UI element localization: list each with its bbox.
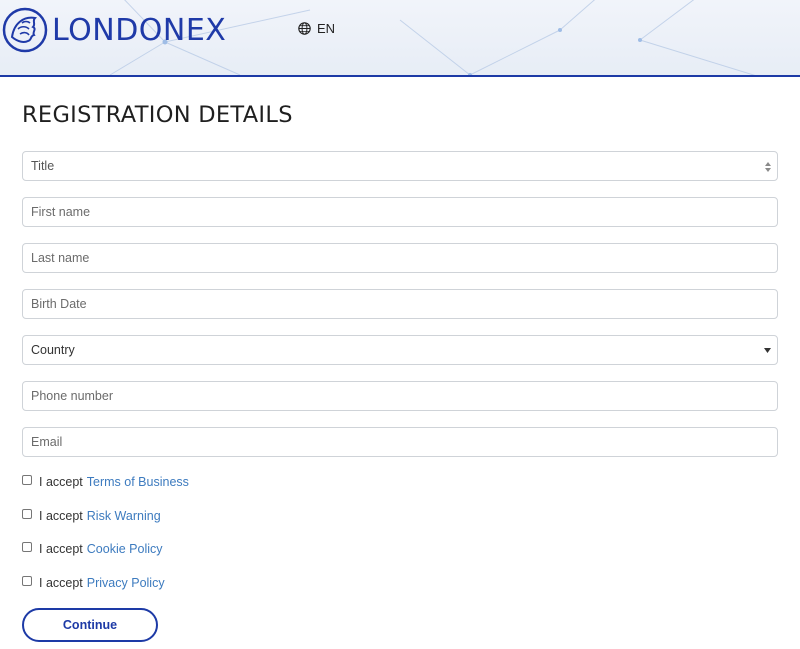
- lion-logo-icon: [2, 7, 48, 53]
- phone-placeholder: Phone number: [31, 389, 114, 403]
- consent-risk-row: I accept Risk Warning: [22, 509, 161, 523]
- phone-input[interactable]: Phone number: [22, 381, 778, 411]
- consent-prefix: I accept: [39, 576, 83, 590]
- language-selector[interactable]: EN: [298, 21, 335, 36]
- consent-terms-row: I accept Terms of Business: [22, 475, 189, 489]
- email-placeholder: Email: [31, 435, 63, 449]
- cookie-policy-link[interactable]: Cookie Policy: [87, 542, 163, 556]
- last-name-placeholder: Last name: [31, 251, 90, 265]
- risk-warning-link[interactable]: Risk Warning: [87, 509, 161, 523]
- consent-cookie-row: I accept Cookie Policy: [22, 542, 163, 556]
- chevron-down-icon: [764, 348, 771, 353]
- brand-logo[interactable]: LONDONEX: [2, 4, 226, 56]
- site-header: LONDONEX EN: [0, 0, 800, 77]
- consent-privacy-row: I accept Privacy Policy: [22, 576, 165, 590]
- email-input[interactable]: Email: [22, 427, 778, 457]
- globe-icon: [298, 22, 311, 35]
- consent-prefix: I accept: [39, 509, 83, 523]
- consent-prefix: I accept: [39, 475, 83, 489]
- country-select[interactable]: Country: [22, 335, 778, 365]
- consent-prefix: I accept: [39, 542, 83, 556]
- first-name-input[interactable]: First name: [22, 197, 778, 227]
- first-name-placeholder: First name: [31, 205, 91, 219]
- privacy-policy-checkbox[interactable]: [22, 576, 32, 586]
- last-name-input[interactable]: Last name: [22, 243, 778, 273]
- language-label: EN: [317, 21, 336, 36]
- birth-date-input[interactable]: Birth Date: [22, 289, 778, 319]
- brand-name: LONDONEX: [52, 12, 227, 48]
- terms-checkbox[interactable]: [22, 475, 32, 485]
- continue-button[interactable]: Continue: [22, 608, 158, 642]
- sort-arrows-icon: [765, 162, 771, 172]
- risk-warning-checkbox[interactable]: [22, 509, 32, 519]
- title-select[interactable]: Title: [22, 151, 778, 181]
- terms-of-business-link[interactable]: Terms of Business: [87, 475, 189, 489]
- cookie-policy-checkbox[interactable]: [22, 542, 32, 552]
- birth-date-placeholder: Birth Date: [31, 297, 87, 311]
- title-select-value: Title: [31, 159, 55, 173]
- privacy-policy-link[interactable]: Privacy Policy: [87, 576, 165, 590]
- page-title: REGISTRATION DETAILS: [22, 102, 293, 128]
- country-select-value: Country: [31, 343, 75, 357]
